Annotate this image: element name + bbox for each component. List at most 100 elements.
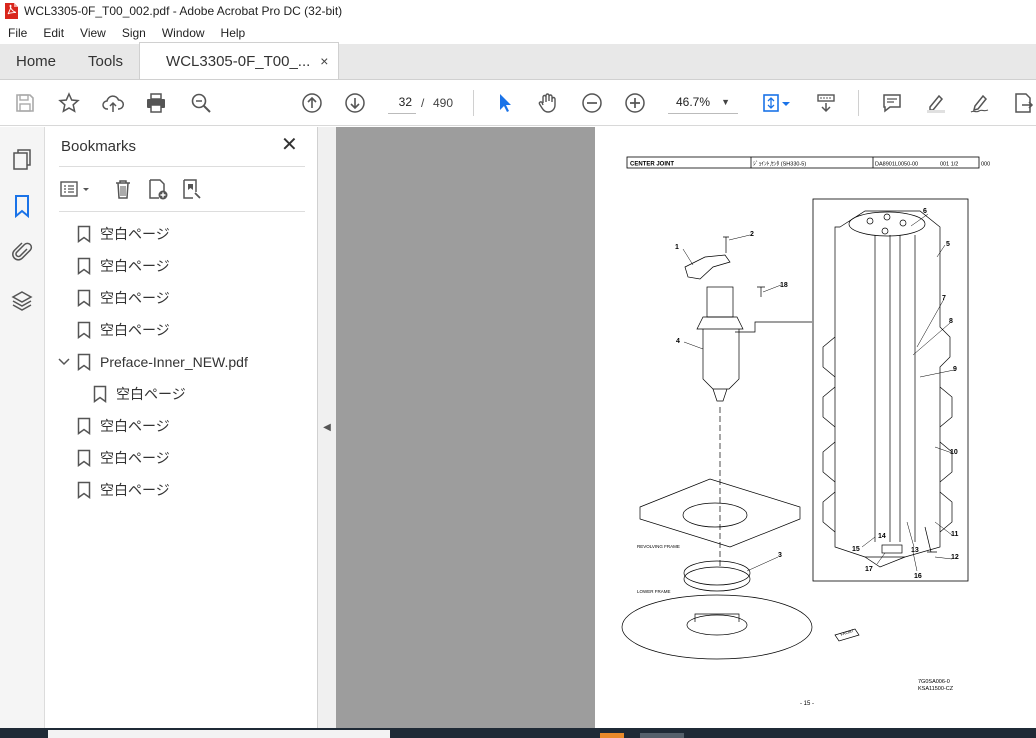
bookmark-label: 空白ページ xyxy=(100,322,170,338)
bookmark-item[interactable]: 空白ページ xyxy=(77,286,170,310)
panel-collapse-handle[interactable]: ◀ xyxy=(318,127,336,728)
zoom-in-icon[interactable] xyxy=(622,90,648,116)
page-up-icon[interactable] xyxy=(299,90,325,116)
bookmark-item[interactable]: 空白ページ xyxy=(77,222,170,246)
drawing-number-secondary: KSA11500-CZ xyxy=(918,686,954,692)
detail-frame xyxy=(812,198,969,582)
tab-close-icon[interactable]: × xyxy=(320,53,328,69)
callout-label: 7 xyxy=(942,295,946,302)
callout-label: 10 xyxy=(950,449,958,456)
menu-edit[interactable]: Edit xyxy=(35,26,72,40)
callout-label: 18 xyxy=(780,282,788,289)
document-view[interactable]: CENTER JOINT ｼﾞｮｲﾝﾄ,ｾﾝﾀ (SH330-5) DA8901… xyxy=(336,127,1036,728)
chevron-left-icon: ◀ xyxy=(323,422,331,433)
bookmark-label: 空白ページ xyxy=(100,450,170,466)
main-toolbar xyxy=(0,80,1036,126)
bookmark-label: 空白ページ xyxy=(100,482,170,498)
callout-label: 3 xyxy=(778,552,782,559)
bookmark-item[interactable]: 空白ページ xyxy=(77,254,170,278)
bookmark-icon xyxy=(77,225,91,243)
window-title: WCL3305-0F_T00_002.pdf - Adobe Acrobat P… xyxy=(24,4,343,18)
taskbar-search[interactable] xyxy=(48,730,390,738)
header-revision: 001 1/2 xyxy=(940,162,958,168)
bookmark-label: 空白ページ xyxy=(100,226,170,242)
options-menu-icon[interactable] xyxy=(59,175,95,203)
taskbar-app[interactable] xyxy=(600,733,624,738)
tab-document[interactable]: WCL3305-0F_T00_... × xyxy=(139,42,340,79)
star-icon[interactable] xyxy=(56,90,82,116)
hand-tool-icon[interactable] xyxy=(535,90,561,116)
menu-help[interactable]: Help xyxy=(213,26,254,40)
zoom-dropdown[interactable]: 46.7% ▼ xyxy=(668,90,738,114)
tab-tools[interactable]: Tools xyxy=(72,43,139,79)
save-icon[interactable] xyxy=(12,90,38,116)
zoom-search-icon[interactable] xyxy=(188,90,214,116)
export-pdf-icon[interactable] xyxy=(1010,90,1036,116)
divider xyxy=(59,211,305,212)
bookmark-search-icon[interactable] xyxy=(177,175,205,203)
callout-label: 16 xyxy=(914,573,922,580)
callout-label: 5 xyxy=(946,241,950,248)
bookmark-panel-icon[interactable] xyxy=(10,194,34,219)
panel-title: Bookmarks xyxy=(61,138,137,155)
bookmark-label: 空白ページ xyxy=(116,386,186,402)
pdf-page: CENTER JOINT ｼﾞｮｲﾝﾄ,ｾﾝﾀ (SH330-5) DA8901… xyxy=(595,127,1036,728)
page-separator: / xyxy=(421,96,425,110)
highlight-pen-icon[interactable] xyxy=(923,90,949,116)
header-japanese-name: ｼﾞｮｲﾝﾄ,ｾﾝﾀ (SH330-5) xyxy=(753,161,806,168)
bookmark-item[interactable]: 空白ページ xyxy=(77,414,170,438)
bookmark-icon xyxy=(77,321,91,339)
bookmark-icon xyxy=(77,353,91,371)
page-number-input[interactable]: 32 xyxy=(388,90,416,114)
delete-icon[interactable] xyxy=(109,175,137,203)
close-icon[interactable]: ✕ xyxy=(281,135,298,155)
bookmark-icon xyxy=(77,449,91,467)
callout-label: 13 xyxy=(911,547,919,554)
page-thumbnails-icon[interactable] xyxy=(10,147,34,171)
page-down-icon[interactable] xyxy=(342,90,368,116)
sign-pen-icon[interactable] xyxy=(967,90,993,116)
comment-icon[interactable] xyxy=(879,90,905,116)
select-cursor-icon[interactable] xyxy=(491,90,517,116)
zoom-value: 46.7% xyxy=(676,95,711,109)
cloud-upload-icon[interactable] xyxy=(100,90,126,116)
tab-document-label: WCL3305-0F_T00_... xyxy=(166,52,311,70)
callout-label: 4 xyxy=(676,338,680,345)
layers-icon[interactable] xyxy=(10,289,34,313)
zoom-out-icon[interactable] xyxy=(579,90,605,116)
callout-label: 8 xyxy=(949,318,953,325)
leader-lines-left xyxy=(682,234,782,572)
bookmark-icon xyxy=(93,385,107,403)
attachment-icon[interactable] xyxy=(10,240,34,264)
bookmark-icon xyxy=(77,481,91,499)
chevron-down-icon: ▼ xyxy=(721,97,730,107)
tab-home[interactable]: Home xyxy=(0,43,72,79)
new-bookmark-icon[interactable] xyxy=(143,175,171,203)
scroll-mode-icon[interactable] xyxy=(813,90,839,116)
callout-label: 11 xyxy=(951,531,959,538)
chevron-down-icon[interactable] xyxy=(57,355,71,369)
bookmark-label: 空白ページ xyxy=(100,290,170,306)
bookmark-item-expandable[interactable]: Preface-Inner_NEW.pdf xyxy=(57,350,248,374)
bookmark-icon xyxy=(77,289,91,307)
drawing-number: 7G0SA006-0 xyxy=(918,679,950,685)
page-total: 490 xyxy=(433,96,454,110)
callout-label: 15 xyxy=(852,546,860,553)
menu-window[interactable]: Window xyxy=(154,26,213,40)
tab-home-label: Home xyxy=(16,52,57,70)
acrobat-pdf-icon xyxy=(5,3,18,19)
menu-view[interactable]: View xyxy=(72,26,114,40)
taskbar-app[interactable] xyxy=(640,733,684,738)
callout-label: 14 xyxy=(878,533,886,540)
page-footer: - 15 - xyxy=(800,701,814,707)
fit-page-dropdown-icon[interactable] xyxy=(780,90,792,116)
bookmark-item-child[interactable]: 空白ページ xyxy=(93,382,186,406)
bookmark-item[interactable]: 空白ページ xyxy=(77,478,170,502)
callout-label: 2 xyxy=(750,231,754,238)
bookmark-item[interactable]: 空白ページ xyxy=(77,446,170,470)
bookmark-label: Preface-Inner_NEW.pdf xyxy=(100,354,248,370)
bookmark-item[interactable]: 空白ページ xyxy=(77,318,170,342)
print-icon[interactable] xyxy=(143,90,169,116)
menu-sign[interactable]: Sign xyxy=(114,26,154,40)
menu-file[interactable]: File xyxy=(0,26,35,40)
